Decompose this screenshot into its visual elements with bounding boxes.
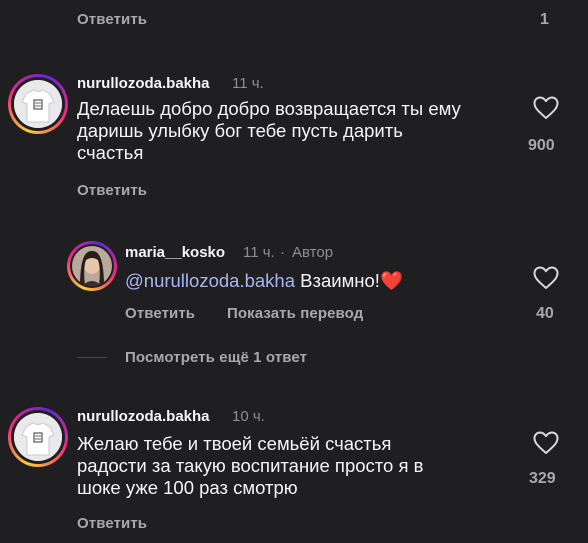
avatar[interactable] <box>8 407 68 467</box>
view-more-replies-button[interactable]: Посмотреть ещё 1 ответ <box>125 349 307 366</box>
heart-icon[interactable] <box>533 266 559 290</box>
heart-icon[interactable] <box>533 431 559 455</box>
comment-username[interactable]: nurullozoda.bakha <box>77 75 210 92</box>
show-translation-button[interactable]: Показать перевод <box>227 305 363 322</box>
comment: nurullozoda.bakha 11 ч. Делаешь добро до… <box>0 60 588 200</box>
avatar[interactable] <box>8 74 68 134</box>
reply-text: @nurullozoda.bakha Взаимно!❤️ <box>125 270 403 291</box>
comment-time: 11 ч. <box>232 75 264 92</box>
portrait-avatar-image <box>72 246 112 286</box>
heart-icon[interactable] <box>533 96 559 120</box>
like-count: 900 <box>528 137 555 154</box>
heart-emoji: ❤️ <box>379 270 403 291</box>
meta-separator: · <box>280 244 285 261</box>
divider <box>77 357 107 358</box>
comment-text: Делаешь добро добро возвращается ты ему … <box>77 98 461 163</box>
avatar[interactable] <box>67 241 117 291</box>
reply-button[interactable]: Ответить <box>125 305 195 322</box>
comment-time: 10 ч. <box>232 408 265 425</box>
like-count: 40 <box>536 305 554 322</box>
tshirt-avatar-image <box>14 80 62 128</box>
mention-link[interactable]: @nurullozoda.bakha <box>125 270 295 291</box>
reply-button[interactable]: Ответить <box>77 182 147 199</box>
like-count: 1 <box>540 11 549 28</box>
reply-comment: maria__kosko 11 ч. · Автор @nurullozoda.… <box>0 232 588 332</box>
reply-button[interactable]: Ответить <box>77 11 147 28</box>
reply-time: 11 ч. <box>243 244 275 261</box>
reply-username[interactable]: maria__kosko <box>125 244 225 261</box>
reply-button[interactable]: Ответить <box>77 515 147 532</box>
comment: nurullozoda.bakha 10 ч. Желаю тебе и тво… <box>0 395 588 543</box>
author-badge: Автор <box>292 244 334 261</box>
tshirt-avatar-image <box>14 413 62 461</box>
comment-text: Желаю тебе и твоей семьёй счастья радост… <box>77 433 424 498</box>
comment-username[interactable]: nurullozoda.bakha <box>77 408 210 425</box>
like-count: 329 <box>529 470 556 487</box>
